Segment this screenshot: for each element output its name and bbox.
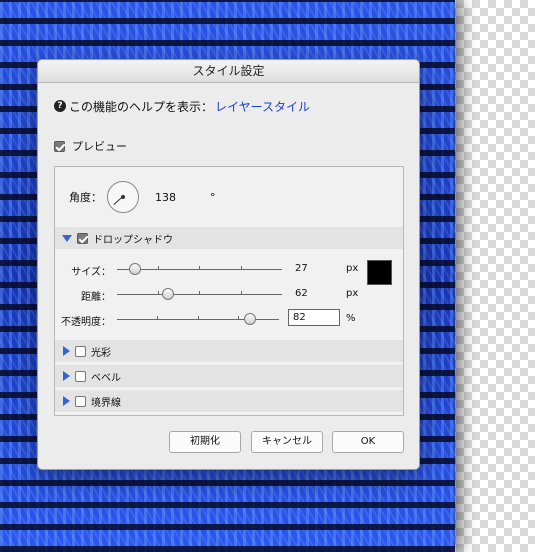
slider-tick: [241, 291, 242, 295]
style-panel: 角度： 138 ° ドロップシャドウ サイズ： 27 px 距離： 62 px …: [54, 166, 404, 416]
distance-slider-knob[interactable]: [162, 288, 175, 300]
opacity-label: 不透明度：: [61, 317, 111, 328]
opacity-slider-knob[interactable]: [243, 313, 256, 325]
size-value[interactable]: 27: [295, 263, 308, 274]
preview-label: プレビュー: [72, 140, 127, 153]
bevel-label: ベベル: [91, 372, 121, 384]
section-bevel[interactable]: ベベル: [55, 365, 403, 387]
angle-unit: °: [210, 190, 216, 204]
size-label: サイズ：: [71, 267, 111, 278]
size-slider[interactable]: [117, 263, 282, 275]
slider-tick: [198, 316, 199, 320]
angle-center: [121, 195, 125, 199]
stroke-label: 境界線: [91, 397, 121, 409]
size-slider-knob[interactable]: [128, 263, 141, 275]
slider-tick: [199, 266, 200, 270]
drop-shadow-label: ドロップシャドウ: [93, 234, 173, 246]
glow-label: 光彩: [91, 347, 111, 359]
distance-value[interactable]: 62: [295, 288, 308, 299]
angle-label: 角度：: [69, 191, 102, 204]
angle-dial[interactable]: [107, 181, 139, 213]
section-glow[interactable]: 光彩: [55, 340, 403, 362]
angle-value[interactable]: 138: [155, 191, 176, 204]
opacity-input[interactable]: 82: [288, 309, 340, 326]
slider-tick: [158, 291, 159, 295]
slider-tick: [241, 266, 242, 270]
style-settings-dialog: スタイル設定 ? この機能のヘルプを表示： レイヤースタイル プレビュー 角度：…: [37, 59, 420, 470]
size-unit: px: [346, 263, 359, 274]
distance-unit: px: [346, 288, 359, 299]
stroke-checkbox[interactable]: [75, 395, 86, 407]
slider-tick: [238, 316, 239, 320]
slider-tick: [158, 266, 159, 270]
section-stroke[interactable]: 境界線: [55, 390, 403, 412]
distance-label: 距離：: [81, 292, 111, 303]
size-slider-row: サイズ： 27 px: [55, 261, 403, 279]
help-circle-icon: ?: [54, 100, 66, 112]
slider-tick: [199, 291, 200, 295]
preview-option[interactable]: プレビュー: [54, 138, 127, 154]
opacity-slider-row: 不透明度： 82 %: [55, 309, 403, 329]
drop-shadow-checkbox[interactable]: [77, 232, 88, 244]
cancel-button[interactable]: キャンセル: [251, 431, 323, 453]
ok-button[interactable]: OK: [332, 431, 404, 453]
bevel-checkbox[interactable]: [75, 370, 86, 382]
dialog-title: スタイル設定: [38, 60, 419, 83]
glow-checkbox[interactable]: [75, 345, 86, 357]
expand-triangle-icon[interactable]: [63, 346, 70, 356]
help-row: ? この機能のヘルプを表示： レイヤースタイル: [54, 98, 310, 114]
expand-triangle-icon[interactable]: [63, 371, 70, 381]
angle-row: 角度： 138 °: [69, 181, 216, 213]
help-link[interactable]: レイヤースタイル: [215, 98, 310, 115]
reset-button[interactable]: 初期化: [169, 431, 241, 453]
collapse-triangle-icon[interactable]: [62, 234, 72, 242]
shadow-color-swatch[interactable]: [367, 260, 392, 285]
opacity-slider[interactable]: [117, 313, 279, 325]
distance-slider-row: 距離： 62 px: [55, 286, 403, 304]
section-drop-shadow[interactable]: ドロップシャドウ: [55, 227, 403, 249]
slider-tick: [157, 316, 158, 320]
opacity-unit: %: [346, 313, 356, 324]
expand-triangle-icon[interactable]: [63, 396, 70, 406]
preview-checkbox[interactable]: [54, 140, 65, 152]
help-prefix-text: この機能のヘルプを表示：: [69, 99, 214, 114]
distance-slider[interactable]: [117, 288, 282, 300]
